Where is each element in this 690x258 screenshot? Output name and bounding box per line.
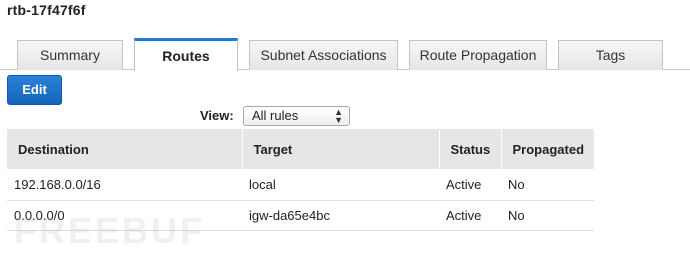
header-propagated[interactable]: Propagated bbox=[501, 129, 594, 169]
cell-propagated: No bbox=[501, 169, 594, 201]
tab-subnet-associations[interactable]: Subnet Associations bbox=[249, 40, 398, 70]
header-destination[interactable]: Destination bbox=[7, 129, 243, 169]
select-arrows-icon: ▲ ▼ bbox=[334, 107, 343, 125]
tab-routes[interactable]: Routes bbox=[134, 38, 238, 71]
tab-summary[interactable]: Summary bbox=[17, 40, 123, 70]
page-title: rtb-17f47f6f bbox=[7, 2, 86, 18]
tab-route-propagation[interactable]: Route Propagation bbox=[409, 40, 547, 70]
watermark: FREEBUF bbox=[14, 210, 205, 251]
cell-status: Active bbox=[439, 200, 501, 231]
cell-target: local bbox=[242, 169, 439, 201]
cell-status: Active bbox=[439, 169, 501, 201]
view-select-value: All rules bbox=[252, 108, 299, 123]
cell-target-link[interactable]: igw-da65e4bc bbox=[242, 200, 439, 231]
cell-destination: 192.168.0.0/16 bbox=[7, 169, 242, 201]
table-row[interactable]: 192.168.0.0/16 local Active No bbox=[7, 169, 594, 201]
edit-button[interactable]: Edit bbox=[7, 75, 62, 105]
cell-propagated: No bbox=[501, 200, 594, 231]
header-status[interactable]: Status bbox=[439, 129, 502, 169]
tab-tags[interactable]: Tags bbox=[558, 40, 663, 70]
view-select[interactable]: All rules ▲ ▼ bbox=[243, 106, 350, 126]
view-label: View: bbox=[200, 108, 234, 123]
table-header-row: Destination Target Status Propagated bbox=[7, 129, 594, 169]
tab-bar: Summary Routes Subnet Associations Route… bbox=[0, 38, 690, 71]
header-target[interactable]: Target bbox=[242, 129, 440, 169]
